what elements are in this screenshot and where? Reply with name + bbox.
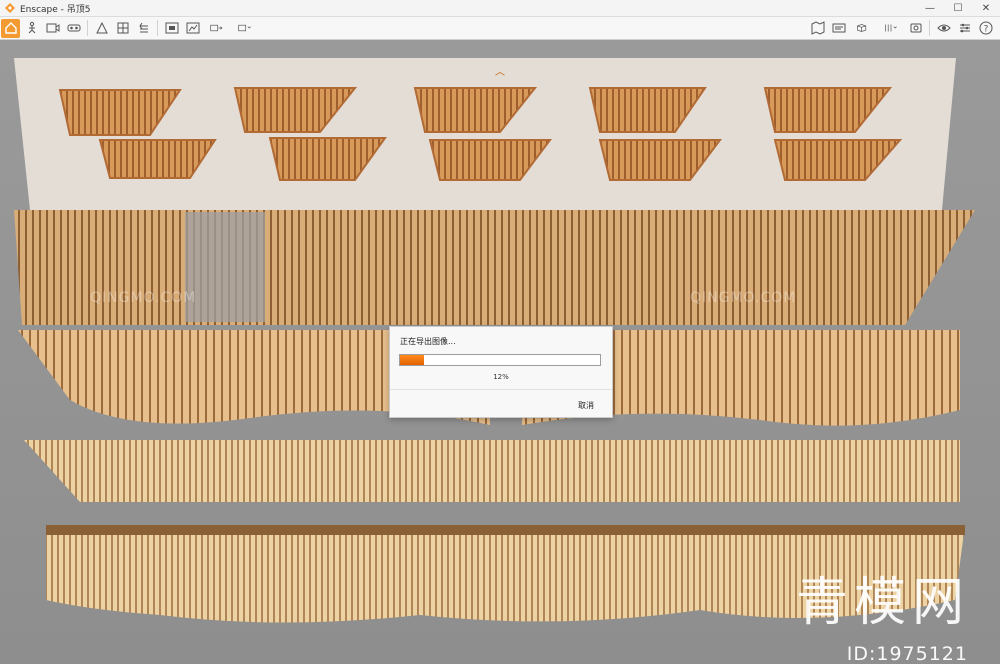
views-button[interactable] <box>808 19 827 38</box>
box-button[interactable] <box>850 19 876 38</box>
toolbar-separator <box>157 20 158 36</box>
progress-bar <box>399 354 601 366</box>
window-title: Enscape - 吊顶5 <box>20 4 91 15</box>
box-icon <box>857 24 867 32</box>
screenshot-icon <box>165 22 178 34</box>
material-icon <box>117 22 128 34</box>
panorama-icon <box>832 23 845 33</box>
watermark-brand: 青模网 <box>795 573 970 633</box>
settings-icon <box>885 24 897 32</box>
minimize-button[interactable]: — <box>916 0 944 16</box>
watermark-id: ID:1975121 <box>846 643 968 664</box>
progress-fill <box>400 355 424 365</box>
help-icon: ? <box>979 21 992 35</box>
dialog-title: 正在导出图像... <box>400 337 456 346</box>
video-icon <box>46 23 59 33</box>
video-editor-button[interactable] <box>43 19 62 38</box>
sliders-icon <box>959 23 970 33</box>
watermark-text: QINGMO.COM <box>90 290 197 306</box>
maximize-button[interactable]: ☐ <box>944 0 972 16</box>
screenshot-button[interactable] <box>162 19 181 38</box>
dialog-divider <box>390 389 612 390</box>
upload-icon <box>238 24 251 32</box>
toolbar-separator <box>87 20 88 36</box>
export-icon <box>210 24 223 32</box>
render-button[interactable] <box>183 19 202 38</box>
render-icon <box>186 22 199 34</box>
home-icon <box>4 22 17 34</box>
home-button[interactable] <box>1 18 20 38</box>
capture-icon <box>910 23 921 33</box>
export-progress-dialog: 正在导出图像... 12% 取消 <box>389 326 613 418</box>
render-viewport[interactable]: ︿ QINGMO.COM QINGMO.COM 青模网 ID:1975121 正… <box>0 40 1000 664</box>
collapse-toolbar-icon[interactable]: ︿ <box>493 68 507 78</box>
asset-library-button[interactable] <box>92 19 111 38</box>
help-button[interactable]: ? <box>976 19 995 38</box>
sync-button[interactable] <box>134 19 153 38</box>
progress-percent: 12% <box>493 373 509 381</box>
upload-button[interactable] <box>232 19 258 38</box>
toolbar-separator <box>929 20 930 36</box>
close-button[interactable]: ✕ <box>972 0 1000 16</box>
vr-headset-icon <box>67 24 80 32</box>
visual-settings-button[interactable] <box>955 19 974 38</box>
sync-icon <box>138 22 148 33</box>
materials-button[interactable] <box>113 19 132 38</box>
map-icon <box>811 21 824 35</box>
eye-button[interactable] <box>934 19 953 38</box>
cancel-button[interactable]: 取消 <box>578 400 594 411</box>
export-button[interactable] <box>204 19 230 38</box>
eye-icon <box>936 24 951 32</box>
watermark-text: QINGMO.COM <box>690 290 797 306</box>
svg-text:?: ? <box>983 25 988 35</box>
enscape-logo-icon <box>5 3 15 13</box>
toolbar: ? <box>0 17 1000 40</box>
title-bar: Enscape - 吊顶5 — ☐ ✕ <box>0 0 1000 17</box>
settings-dropdown-button[interactable] <box>878 19 904 38</box>
capture-button[interactable] <box>906 19 925 38</box>
panorama-button[interactable] <box>829 19 848 38</box>
walk-mode-button[interactable] <box>22 19 41 38</box>
vr-button[interactable] <box>64 19 83 38</box>
walk-icon <box>28 21 35 34</box>
asset-icon <box>95 21 108 34</box>
